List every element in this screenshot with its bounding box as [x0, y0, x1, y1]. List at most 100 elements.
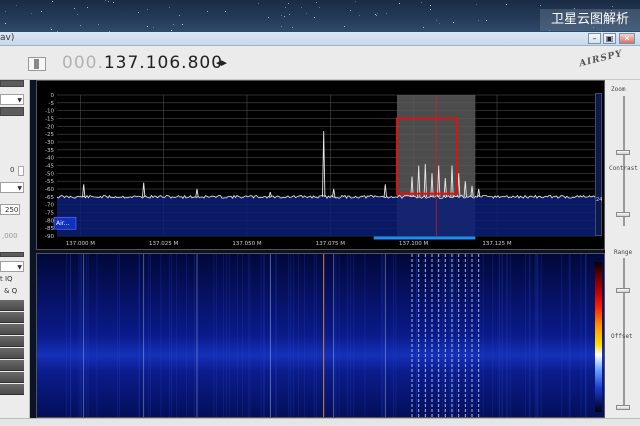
star-dot — [283, 15, 285, 17]
star-dot — [301, 7, 303, 9]
mode-select[interactable]: ▼ — [0, 182, 24, 193]
zero-spinner[interactable] — [18, 166, 24, 176]
star-dot — [30, 12, 32, 14]
swap-iq-label[interactable]: t IQ — [0, 275, 13, 283]
source-header — [0, 80, 24, 87]
star-dot — [51, 28, 52, 30]
y-tick-label: -25 — [45, 132, 54, 138]
y-tick-label: -40 — [45, 156, 54, 162]
y-tick-label: -60 — [45, 187, 54, 193]
star-dot — [173, 23, 174, 25]
star-dot — [350, 10, 352, 12]
frequency-leading-digits: 000. — [62, 53, 104, 73]
x-tick-label: 137.050 M — [232, 241, 261, 247]
star-dot — [313, 17, 315, 19]
star-dot — [280, 26, 282, 27]
y-tick-label: -10 — [45, 109, 54, 115]
window-title: av) — [0, 33, 15, 43]
bandwidth-indicator — [373, 236, 476, 240]
waterfall-display — [37, 254, 604, 417]
panel-button-6[interactable] — [0, 360, 24, 371]
y-tick-label: -35 — [45, 148, 54, 154]
waterfall-background — [37, 254, 604, 417]
x-tick-label: 137.100 M — [399, 241, 428, 247]
panel-button-2[interactable] — [0, 312, 24, 323]
spectrum-plot: 0 -5 -10 -15-20 -25 -30 -35 -40 -45-50 -55 -60 -65 -… — [45, 93, 598, 247]
star-dot — [73, 7, 75, 9]
star-dot — [319, 7, 321, 9]
star-dot — [288, 2, 290, 4]
play-toggle[interactable] — [28, 57, 46, 71]
filter-select[interactable]: ▼ — [0, 261, 24, 272]
value-zero: 0 — [10, 166, 15, 174]
frequency-step-arrows-icon[interactable]: ◂▸ — [216, 56, 227, 69]
panel-button-4[interactable] — [0, 336, 24, 347]
contrast-slider-thumb[interactable] — [616, 212, 630, 217]
panel-button-7[interactable] — [0, 372, 24, 383]
level-bar-value: 24 — [596, 197, 603, 203]
star-dot — [137, 12, 139, 14]
star-dot — [268, 17, 270, 19]
panel-button-1[interactable] — [0, 300, 24, 311]
spectrum-level-bar[interactable] — [595, 93, 602, 236]
star-dot — [358, 15, 360, 17]
spectrum-panel[interactable]: 0 -5 -10 -15 -20 -25 -30 -35 -40 -45 -50 -55 -60 -65 -… — [36, 80, 605, 250]
star-dot — [178, 15, 180, 17]
main-toolbar: 000.137.106.800 ◂▸ — [0, 46, 640, 80]
zoom-slider-track[interactable] — [623, 96, 625, 226]
offset-slider-thumb[interactable] — [616, 405, 630, 410]
star-dot — [376, 14, 377, 16]
y-tick-label: -20 — [45, 124, 54, 130]
sample-rate-value: ,000 — [2, 232, 18, 240]
restore-button[interactable]: ▣ — [603, 33, 616, 44]
star-dot — [258, 3, 260, 5]
y-tick-label: -55 — [45, 179, 54, 185]
frequency-digits: 137.106.800 — [103, 53, 224, 73]
screen: 卫星云图解析 av) – ▣ ✕ 000.137.106.800 ◂▸ AIRS… — [0, 0, 640, 426]
minimize-button[interactable]: – — [588, 33, 601, 44]
star-dot — [288, 13, 290, 15]
chevron-down-icon: ▼ — [17, 185, 22, 192]
bandwidth-input[interactable]: 250 — [0, 204, 20, 215]
range-label: Range — [614, 249, 633, 256]
spectrum-peak — [383, 184, 387, 197]
star-dot — [170, 29, 172, 31]
star-dot — [430, 4, 432, 6]
star-dot — [377, 12, 379, 14]
close-button[interactable]: ✕ — [619, 33, 635, 44]
star-dot — [611, 5, 613, 7]
star-dot — [207, 11, 209, 13]
star-dot — [292, 27, 293, 28]
noise-floor-fill — [57, 196, 597, 236]
star-dot — [41, 11, 42, 12]
panel-button-8[interactable] — [0, 384, 24, 395]
offset-label: Offset — [611, 333, 633, 340]
star-dot — [280, 15, 282, 17]
star-dot — [108, 1, 109, 3]
star-dot — [478, 19, 480, 21]
y-tick-label: -65 — [45, 195, 54, 201]
source-select[interactable]: ▼ — [0, 94, 24, 105]
toggle-knob-icon — [34, 59, 39, 69]
star-dot — [105, 0, 107, 1]
star-dot — [52, 0, 54, 2]
panel-button-5[interactable] — [0, 348, 24, 359]
panel-button-3[interactable] — [0, 324, 24, 335]
y-tick-label: -15 — [45, 117, 54, 123]
frequency-display[interactable]: 000.137.106.800 — [62, 53, 223, 73]
star-dot — [4, 11, 6, 13]
star-dot — [539, 4, 541, 6]
window-titlebar: av) – ▣ ✕ — [0, 32, 640, 46]
star-dot — [5, 23, 7, 25]
x-tick-label: 137.125 M — [482, 241, 511, 247]
star-dot — [182, 24, 183, 26]
star-dot — [399, 2, 401, 4]
i-and-q-label[interactable]: & Q — [4, 287, 17, 295]
waterfall-panel[interactable] — [36, 253, 605, 418]
star-dot — [420, 2, 422, 4]
range-slider-thumb[interactable] — [616, 288, 630, 293]
contrast-label: Contrast — [609, 165, 638, 172]
zoom-slider-thumb[interactable] — [616, 150, 630, 155]
zoom-label: Zoom — [611, 86, 626, 93]
star-dot — [285, 7, 287, 9]
